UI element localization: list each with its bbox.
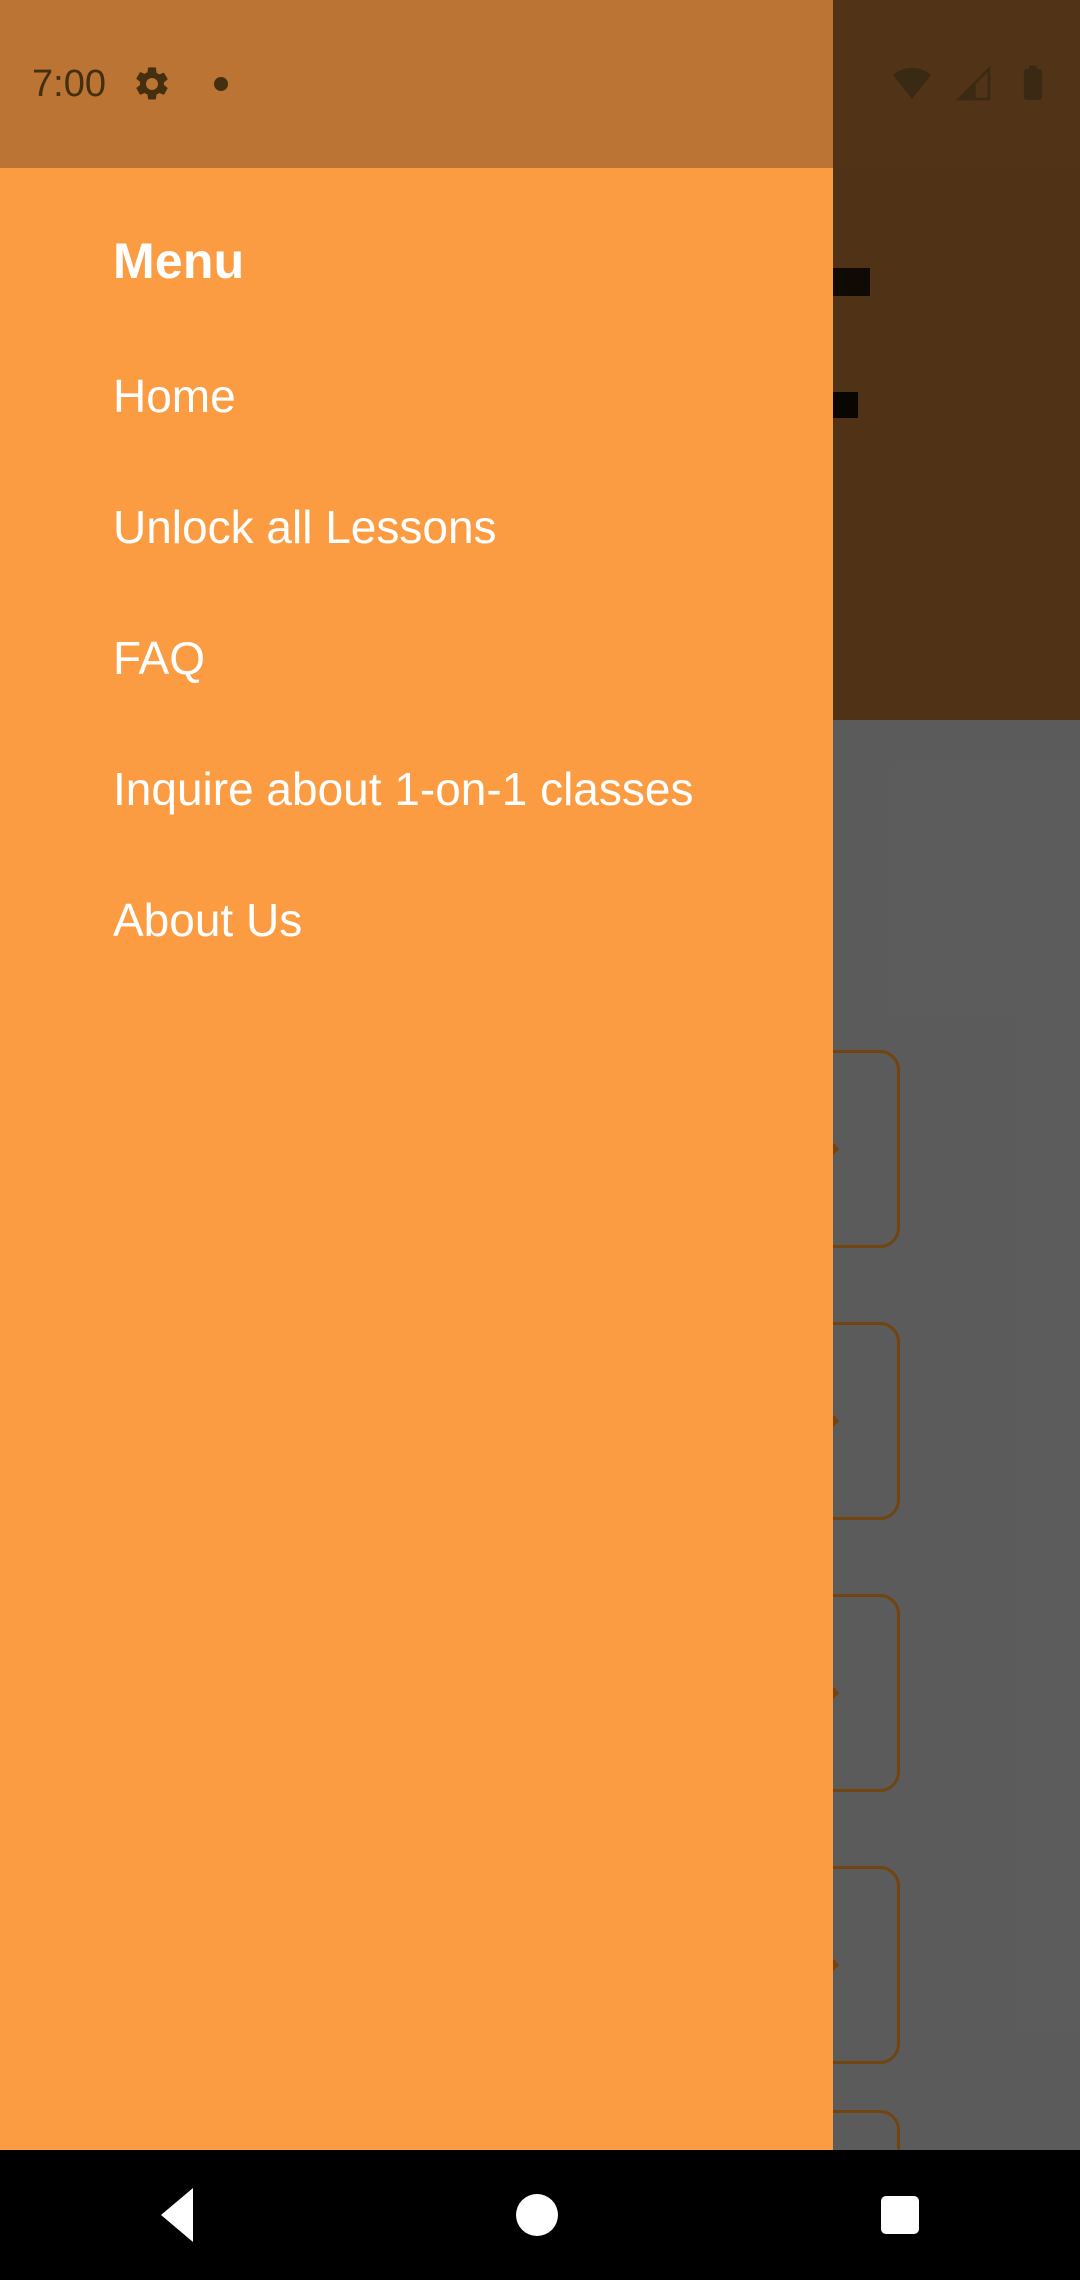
drawer-item-label: Unlock all Lessons (113, 501, 497, 553)
back-triangle-icon[interactable] (161, 2188, 194, 2242)
android-navigation-bar (0, 2150, 1080, 2280)
drawer-item-unlock-all-lessons[interactable]: Unlock all Lessons (113, 504, 813, 635)
notification-dot-icon (213, 77, 228, 91)
drawer-item-about-us[interactable]: About Us (113, 897, 813, 1028)
gear-icon (132, 64, 172, 104)
drawer-item-home[interactable]: Home (113, 373, 813, 504)
drawer-title: Menu (113, 233, 245, 289)
status-bar-right-group (892, 0, 1050, 168)
status-bar-clock: 7:00 (32, 63, 106, 105)
drawer-item-label: Inquire about 1-on-1 classes (113, 763, 694, 815)
drawer-item-label: FAQ (113, 632, 206, 684)
status-bar-left-group: 7:00 (32, 0, 228, 168)
home-circle-icon[interactable] (515, 2194, 558, 2236)
navigation-drawer: Menu Home Unlock all Lessons FAQ Inquire… (0, 0, 833, 2150)
drawer-item-faq[interactable]: FAQ (113, 635, 813, 766)
drawer-menu-list: Home Unlock all Lessons FAQ Inquire abou… (113, 373, 813, 1028)
wifi-icon (892, 64, 932, 104)
cellular-signal-icon (954, 64, 994, 104)
drawer-item-inquire-1-on-1-classes[interactable]: Inquire about 1-on-1 classes (113, 766, 813, 897)
drawer-item-label: About Us (113, 894, 303, 946)
recents-square-icon[interactable] (880, 2196, 919, 2234)
status-bar: 7:00 (0, 0, 1080, 168)
battery-icon (1016, 64, 1050, 104)
drawer-item-label: Home (113, 370, 236, 422)
